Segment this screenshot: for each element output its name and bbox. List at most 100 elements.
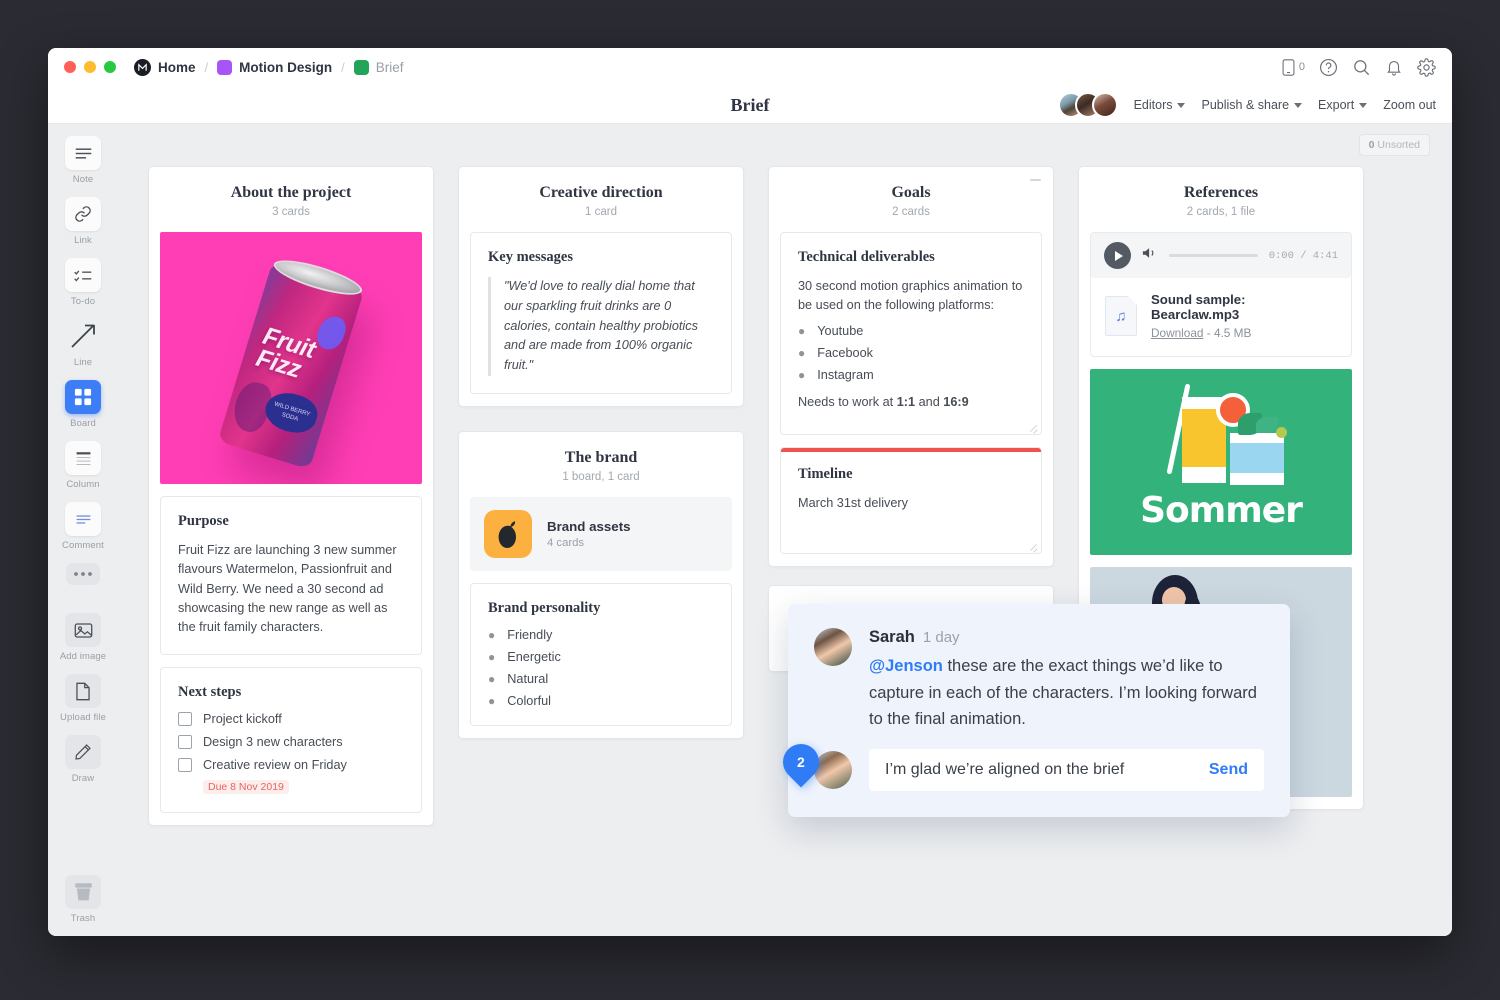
sidebar-tool-add-image[interactable]: Add image [48,613,118,662]
column-creative-direction[interactable]: Creative direction 1 card Key messages "… [458,166,744,826]
link-icon [65,197,101,231]
help-icon[interactable] [1319,58,1338,77]
download-link[interactable]: Download [1151,326,1203,340]
comment-input-wrapper[interactable]: I’m glad we’re aligned on the brief Send [869,749,1264,792]
sidebar-tool-more[interactable] [48,563,118,585]
volume-icon[interactable] [1142,246,1158,265]
settings-gear-icon[interactable] [1417,57,1436,77]
board-canvas[interactable]: 0 Unsorted About the project 3 cards Fru… [118,124,1452,936]
sidebar-tool-label: Line [73,357,93,368]
audio-progress-track[interactable] [1169,254,1258,257]
sidebar-tool-trash[interactable]: Trash [48,875,118,924]
sidebar-tool-upload-file[interactable]: Upload file [48,674,118,723]
column-subtitle: 1 board, 1 card [562,471,640,484]
todo-item[interactable]: Project kickoff [178,712,404,727]
send-button[interactable]: Send [1209,761,1248,779]
unsorted-badge[interactable]: 0 Unsorted [1358,134,1430,156]
trash-icon [65,875,101,909]
checkbox[interactable] [178,735,192,750]
app-window: Home / Motion Design / Brief 0 Brief Edi… [48,48,1452,936]
zoom-out-button[interactable]: Zoom out [1383,98,1436,112]
sommer-wordmark: Sommer [1140,490,1303,531]
editor-avatars[interactable] [1057,92,1118,118]
card-purpose[interactable]: Purpose Fruit Fizz are launching 3 new s… [160,496,422,656]
todo-item[interactable]: Creative review on Friday [178,758,404,773]
tool-sidebar: Note Link To-do Line Board Column Commen… [48,124,118,936]
sidebar-divider-gap [48,597,118,613]
avatar[interactable] [1091,92,1118,118]
card-timeline[interactable]: Timeline March 31st delivery [780,446,1042,555]
avatar[interactable] [814,628,852,666]
chevron-down-icon [1177,102,1186,108]
bullet-item: ● Energetic [488,650,714,664]
sidebar-tool-label: Column [66,479,100,490]
breadcrumb-item-home[interactable]: Home [134,58,196,76]
comment-popup[interactable]: Sarah 1 day @Jenson these are the exact t… [788,604,1290,818]
column-title: Creative direction [539,184,663,201]
notifications-bell-icon[interactable] [1385,58,1403,77]
mobile-count: 0 [1298,61,1305,73]
unsorted-label: Unsorted [1377,139,1420,151]
column-about-the-project[interactable]: About the project 3 cards Fruit Fizz WIL… [148,166,434,827]
breadcrumb-item-motion-design[interactable]: Motion Design [217,59,333,75]
todo-item[interactable]: Design 3 new characters [178,735,404,750]
minimize-window-button[interactable] [84,61,96,73]
resize-handle[interactable] [1029,541,1038,550]
breadcrumb: Home / Motion Design / Brief [134,58,404,76]
comment-input[interactable]: I’m glad we’re aligned on the brief [885,761,1209,779]
collapse-icon[interactable] [1030,179,1041,181]
editors-menu-button[interactable]: Editors [1134,98,1186,112]
breadcrumb-item-brief[interactable]: Brief [353,59,404,75]
sidebar-tool-label: Comment [62,540,104,551]
aspect-ratio-16-9: 16:9 [943,394,969,409]
bullet-item: ● Friendly [488,628,714,642]
file-row[interactable]: ♫ Sound sample: Bearclaw.mp3 Download - … [1091,278,1351,356]
mojito-glass-shape [1230,433,1284,485]
breadcrumb-label-motion-design: Motion Design [239,59,333,75]
sidebar-tool-comment[interactable]: Comment [48,502,118,551]
titlebar-actions: 0 [1281,48,1436,86]
card-footer-note: Needs to work at 1:1 and 16:9 [798,393,1024,412]
checkbox[interactable] [178,758,192,773]
mobile-icon[interactable]: 0 [1281,58,1305,76]
fruit-fizz-can-image[interactable]: Fruit Fizz WILD BERRY SODA [160,232,422,484]
chevron-down-icon [1359,102,1368,108]
sidebar-tool-board[interactable]: Board [48,380,118,429]
maximize-window-button[interactable] [104,61,116,73]
sidebar-tool-line[interactable]: Line [48,319,118,368]
window-traffic-lights[interactable] [64,61,116,73]
resize-handle[interactable] [1029,422,1038,431]
bullet-dot: ● [488,672,496,687]
audio-player[interactable]: 0:00 / 4:41 [1091,233,1351,278]
card-intro: 30 second motion graphics animation to b… [798,279,1023,313]
mention-link[interactable]: @Jenson [869,657,943,675]
sidebar-tool-note[interactable]: Note [48,136,118,185]
comment-header: Sarah 1 day @Jenson these are the exact t… [814,628,1264,733]
card-brand-personality[interactable]: Brand personality ● Friendly ● Energetic ●… [470,583,732,727]
card-key-messages[interactable]: Key messages "We'd love to really dial h… [470,232,732,395]
play-icon[interactable] [1104,242,1131,269]
card-audio-file[interactable]: 0:00 / 4:41 ♫ Sound sample: Bearclaw.mp3… [1090,232,1352,357]
sommer-drinks-illustration[interactable]: Sommer [1090,369,1352,555]
search-icon[interactable] [1352,58,1371,77]
breadcrumb-label-home: Home [158,59,196,75]
export-menu-button[interactable]: Export [1318,98,1368,112]
sidebar-tool-draw[interactable]: Draw [48,735,118,784]
checkbox[interactable] [178,712,192,727]
avatar[interactable] [814,751,852,790]
card-technical-deliverables[interactable]: Technical deliverables 30 second motion … [780,232,1042,435]
publish-share-menu-button[interactable]: Publish & share [1201,98,1303,112]
milanote-logo-icon [134,58,151,76]
sidebar-tool-link[interactable]: Link [48,197,118,246]
card-next-steps[interactable]: Next steps Project kickoff Design 3 new … [160,667,422,814]
note-icon [65,136,101,170]
sidebar-tool-todo[interactable]: To-do [48,258,118,307]
mint-leaf-shape [1256,417,1278,433]
close-window-button[interactable] [64,61,76,73]
subheader-actions: Editors Publish & share Export Zoom out [1057,86,1436,124]
sidebar-tool-column[interactable]: Column [48,441,118,490]
board-link-brand-assets[interactable]: Brand assets 4 cards [470,497,732,572]
column-body: Technical deliverables 30 second motion … [769,232,1053,566]
breadcrumb-label-brief: Brief [375,59,404,75]
board-link-name: Brand assets [547,519,631,535]
